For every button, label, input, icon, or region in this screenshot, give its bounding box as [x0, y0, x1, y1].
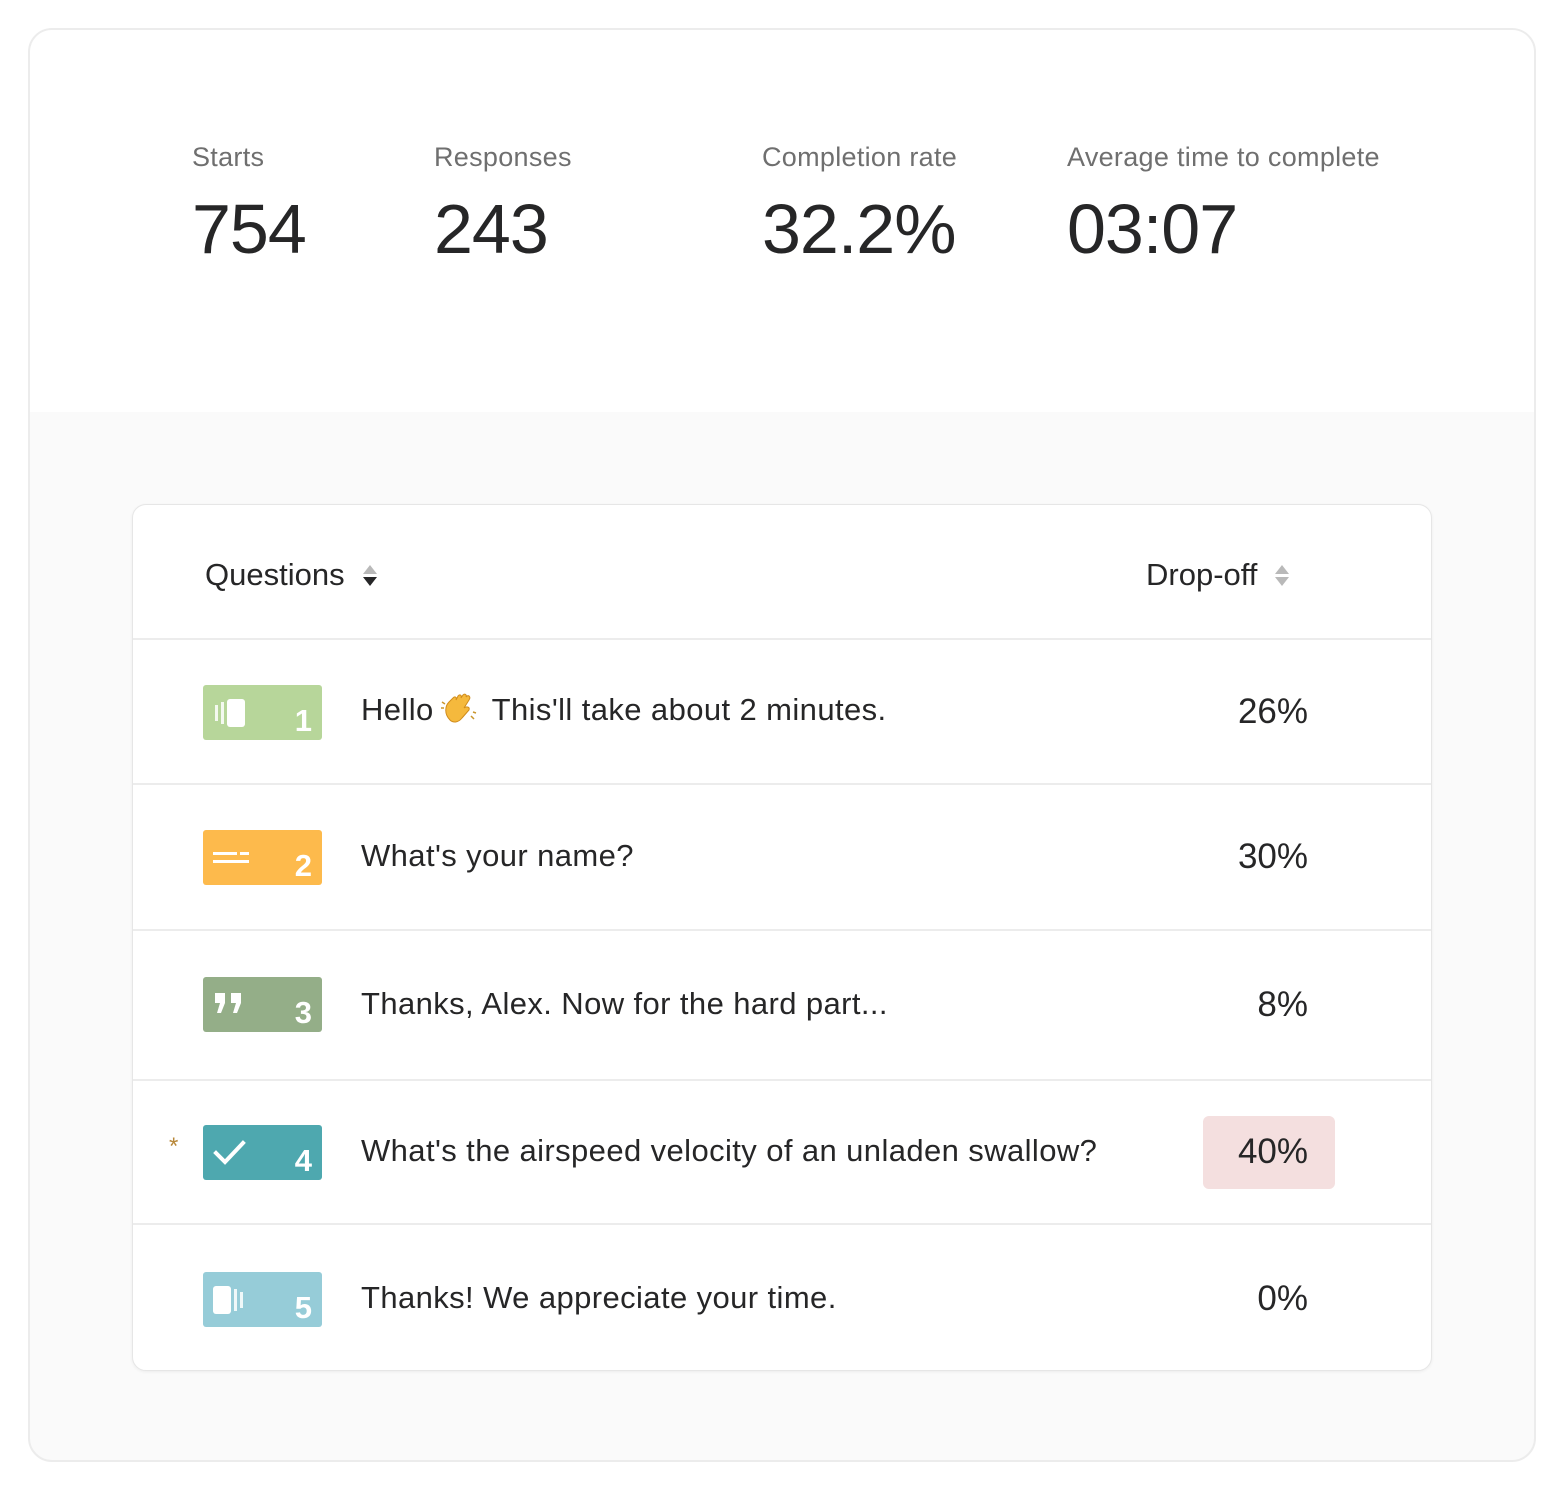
question-text-part: This'll take about 2 minutes.: [491, 692, 887, 727]
dropoff-value: 26%: [1237, 692, 1308, 731]
report-panel: Starts 754 Responses 243 Completion rate…: [28, 28, 1536, 1462]
question-type-badge: 5: [203, 1272, 322, 1327]
stat-starts-label: Starts: [192, 142, 265, 172]
dropoff-value: 30%: [1237, 837, 1308, 876]
table-row[interactable]: 1 Hello This'll take about 2 minutes. 26…: [133, 640, 1431, 785]
thank-you-screen-icon: [213, 1286, 243, 1314]
stat-starts: Starts 754: [192, 142, 307, 269]
stat-avg-time-label: Average time to complete: [1067, 142, 1380, 172]
checkmark-icon: [213, 1140, 246, 1165]
stat-completion-rate: Completion rate 32.2%: [762, 142, 957, 269]
question-text: Thanks, Alex. Now for the hard part...: [361, 986, 888, 1021]
question-type-badge: 3: [203, 977, 322, 1032]
stat-average-time: Average time to complete 03:07: [1067, 142, 1380, 269]
question-type-badge: 2: [203, 830, 322, 885]
question-text: What's the airspeed velocity of an unlad…: [361, 1133, 1098, 1168]
questions-table: Questions Drop-off 1 Hello This'll take …: [132, 504, 1432, 1371]
dropoff-value: 0%: [1257, 1279, 1308, 1318]
question-number: 2: [294, 848, 312, 883]
dropoff-value: 8%: [1257, 985, 1308, 1024]
question-number: 3: [294, 995, 312, 1030]
stat-responses-label: Responses: [434, 142, 572, 172]
stat-starts-value: 754: [192, 190, 307, 268]
stat-completion-label: Completion rate: [762, 142, 958, 172]
summary-stats: Starts 754 Responses 243 Completion rate…: [30, 30, 1534, 412]
stat-responses: Responses 243: [434, 142, 572, 269]
questions-header-label: Questions: [205, 557, 345, 592]
dropoff-value: 40%: [1237, 1132, 1308, 1171]
stat-avg-time-value: 03:07: [1067, 190, 1238, 268]
question-number: 5: [294, 1290, 312, 1325]
sort-arrows-icon: [1275, 564, 1290, 586]
question-text: Hello This'll take about 2 minutes.: [361, 692, 887, 728]
question-text-part: Hello: [361, 692, 434, 727]
short-text-icon: [213, 852, 249, 863]
welcome-screen-icon: [215, 699, 245, 727]
table-row[interactable]: * 4 What's the airspeed velocity of an u…: [133, 1081, 1431, 1225]
table-row[interactable]: 5 Thanks! We appreciate your time. 0%: [133, 1225, 1431, 1372]
required-marker: *: [169, 1133, 179, 1160]
sort-arrows-icon: [362, 564, 377, 586]
waving-hand-icon: [440, 693, 476, 723]
stat-completion-value: 32.2%: [762, 190, 956, 268]
table-header: Questions Drop-off: [133, 505, 1431, 640]
question-number: 1: [294, 703, 312, 738]
table-row[interactable]: 2 What's your name? 30%: [133, 785, 1431, 931]
question-type-badge: 1: [203, 685, 322, 740]
sort-questions-header[interactable]: Questions: [205, 557, 377, 593]
question-text: Thanks! We appreciate your time.: [361, 1280, 837, 1315]
question-type-badge: 4: [203, 1125, 322, 1180]
question-number: 4: [294, 1143, 312, 1178]
stat-responses-value: 243: [434, 190, 549, 268]
question-text: What's your name?: [361, 838, 634, 873]
dropoff-header-label: Drop-off: [1146, 557, 1258, 592]
table-row[interactable]: 3 Thanks, Alex. Now for the hard part...…: [133, 931, 1431, 1081]
quote-icon: [215, 993, 241, 1013]
sort-dropoff-header[interactable]: Drop-off: [1146, 557, 1290, 593]
